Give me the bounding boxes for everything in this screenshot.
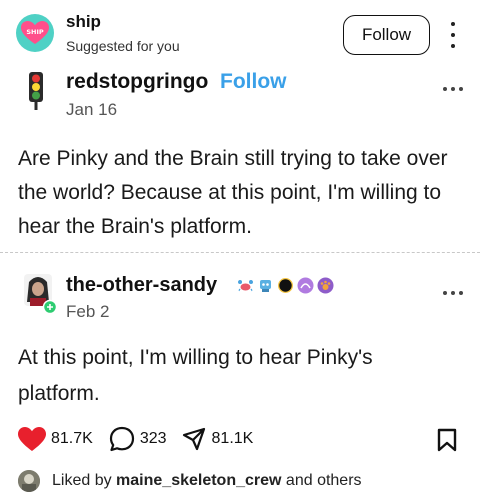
post-actions: 81.7K 323 81.1K xyxy=(18,426,253,452)
follow-button[interactable]: Follow xyxy=(343,15,430,55)
post-body: Are Pinky and the Brain still trying to … xyxy=(18,147,448,238)
post-divider xyxy=(0,252,480,253)
liker-avatar xyxy=(18,470,40,492)
more-horizontal-icon[interactable] xyxy=(443,86,463,92)
comment-button[interactable]: 323 xyxy=(109,426,167,452)
ship-avatar[interactable]: SHIP xyxy=(16,14,54,52)
reblog-icon xyxy=(182,427,205,451)
reblogger-avatar[interactable] xyxy=(20,272,58,314)
suggested-label: Suggested for you xyxy=(66,38,180,54)
reblog-author[interactable]: the-other-sandy xyxy=(66,274,217,297)
svg-text:SHIP: SHIP xyxy=(26,28,44,36)
robot-badge-icon xyxy=(260,280,271,292)
eclipse-badge-icon xyxy=(278,278,293,293)
reblog-body: At this point, I'm willing to hear Pinky… xyxy=(18,346,373,405)
liked-by-row[interactable]: Liked by maine_skeleton_crew and others xyxy=(18,470,362,492)
paw-badge-icon xyxy=(317,277,334,294)
like-count: 81.7K xyxy=(51,430,93,447)
comment-icon xyxy=(109,426,134,452)
more-vertical-icon[interactable] xyxy=(446,22,460,48)
heart-icon xyxy=(18,426,46,451)
liker-username[interactable]: maine_skeleton_crew xyxy=(116,472,281,489)
traffic-light-icon[interactable] xyxy=(26,72,46,110)
bookmark-icon[interactable] xyxy=(436,428,458,452)
reblog-button[interactable]: 81.1K xyxy=(181,426,254,452)
reblog-count: 81.1K xyxy=(211,430,254,447)
crab-badge-icon xyxy=(237,280,254,293)
author-follow-link[interactable]: Follow xyxy=(220,70,287,94)
purple-badge-icon xyxy=(297,277,314,294)
post-author[interactable]: redstopgringo xyxy=(66,70,208,94)
blog-badges xyxy=(237,277,334,294)
more-horizontal-icon[interactable] xyxy=(443,290,463,296)
ship-heart-icon: SHIP xyxy=(21,21,49,44)
reblog-date: Feb 2 xyxy=(66,302,110,321)
liked-by-text: Liked by maine_skeleton_crew and others xyxy=(52,472,362,489)
comment-count: 323 xyxy=(139,430,167,447)
post-date: Jan 16 xyxy=(66,100,118,119)
suggested-blog-name[interactable]: ship xyxy=(66,12,101,32)
like-button[interactable]: 81.7K xyxy=(18,426,93,452)
